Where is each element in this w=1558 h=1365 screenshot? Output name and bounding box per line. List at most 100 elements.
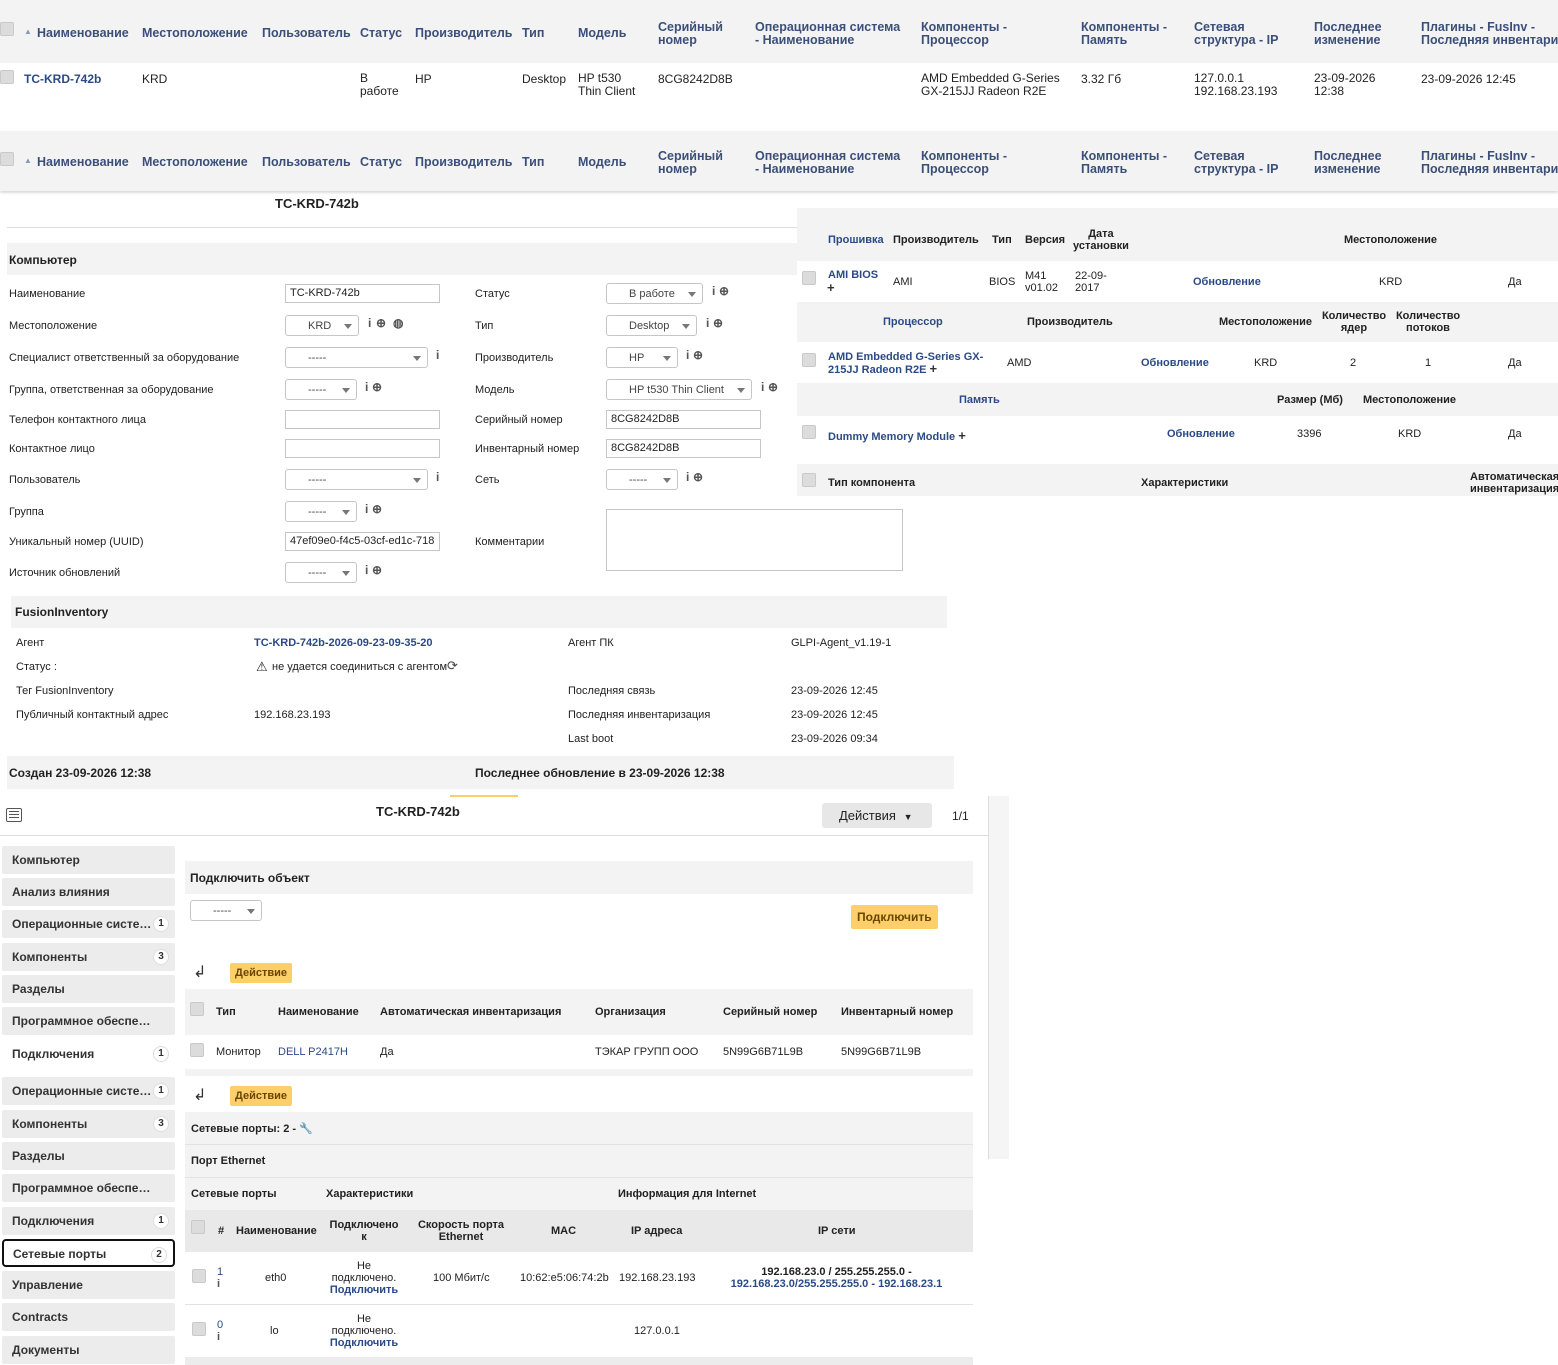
info-icon[interactable]: i	[365, 380, 368, 394]
sidebar-item[interactable]: Contracts	[2, 1303, 175, 1331]
list-view-icon[interactable]	[6, 808, 22, 822]
col-cpu[interactable]: Компоненты - Процессор	[921, 21, 1007, 47]
sidebar-item[interactable]: Программное обеспе…	[2, 1174, 175, 1202]
update-source-select[interactable]: -----	[285, 562, 357, 583]
comments-textarea[interactable]	[606, 509, 903, 571]
add-icon[interactable]: ⊕	[693, 470, 703, 484]
connect-select[interactable]: -----	[190, 900, 262, 921]
port-connect-link[interactable]: Подключить	[324, 1337, 404, 1349]
col-location[interactable]: Местоположение	[142, 156, 248, 169]
actions-button[interactable]: Действия ▼	[822, 803, 932, 828]
col-model[interactable]: Модель	[578, 156, 626, 169]
tech-person-select[interactable]: -----	[285, 347, 428, 368]
col-manufacturer[interactable]: Производитель	[415, 156, 512, 169]
sidebar-item[interactable]: Операционные систе… 1	[2, 1077, 175, 1105]
sidebar-item[interactable]: Операционные систе… 1	[2, 910, 175, 938]
col-model[interactable]: Модель	[578, 27, 626, 40]
cpu-name-link[interactable]: AMD Embedded G-Series GX- 215JJ Radeon R2…	[828, 351, 983, 376]
sidebar-item[interactable]: Разделы	[2, 1142, 175, 1170]
cpu-row-checkbox[interactable]	[802, 353, 816, 367]
sidebar-item[interactable]: Компьютер	[2, 846, 175, 874]
col-os[interactable]: Операционная система - Наименование	[755, 21, 900, 47]
col-modified[interactable]: Последнее изменение	[1314, 150, 1382, 176]
name-input[interactable]: TC-KRD-742b	[285, 284, 440, 303]
col-os[interactable]: Операционная система - Наименование	[755, 150, 900, 176]
manufacturer-select[interactable]: HP	[606, 347, 678, 368]
sidebar-item[interactable]: Управление	[2, 1271, 175, 1299]
globe-icon[interactable]: ◍	[393, 316, 403, 330]
location-select[interactable]: KRD	[285, 315, 359, 336]
col-network[interactable]: Сетевая структура - IP	[1194, 150, 1278, 176]
fusion-agent-link[interactable]: TC-KRD-742b-2026-09-23-09-35-20	[254, 637, 433, 649]
action-button[interactable]: Действие	[230, 963, 292, 983]
port-num-link[interactable]: 1i	[217, 1266, 223, 1290]
col-network[interactable]: Сетевая структура - IP	[1194, 21, 1278, 47]
add-icon[interactable]: ⊕	[376, 316, 386, 330]
col-type[interactable]: Тип	[522, 156, 544, 169]
add-icon[interactable]: +	[930, 361, 938, 376]
info-icon[interactable]: i	[365, 563, 368, 577]
select-all-checkbox[interactable]	[0, 22, 14, 36]
info-icon[interactable]: i	[712, 284, 715, 298]
ports-select-all[interactable]	[191, 1220, 205, 1234]
add-icon[interactable]: ⊕	[693, 348, 703, 362]
connection-row-checkbox[interactable]	[190, 1043, 204, 1057]
add-icon[interactable]: ⊕	[713, 316, 723, 330]
col-plugins[interactable]: Плагины - FusInv - Последняя инвентари	[1421, 21, 1558, 47]
network-select[interactable]: -----	[606, 469, 678, 490]
serial-input[interactable]: 8CG8242D8B	[606, 410, 761, 429]
col-memory[interactable]: Компоненты - Память	[1081, 150, 1167, 176]
tech-group-select[interactable]: -----	[285, 379, 357, 400]
refresh-icon[interactable]: ⟳	[447, 658, 458, 674]
cpu-update-link[interactable]: Обновление	[1141, 357, 1209, 369]
col-memory[interactable]: Компоненты - Память	[1081, 21, 1167, 47]
col-plugins[interactable]: Плагины - FusInv - Последняя инвентари	[1421, 150, 1558, 176]
sidebar-item[interactable]: Сетевые порты 2	[2, 1239, 175, 1267]
model-select[interactable]: HP t530 Thin Client	[606, 379, 752, 400]
row-checkbox[interactable]	[0, 70, 14, 84]
firmware-name-link[interactable]: AMI BIOS	[828, 269, 878, 281]
connect-button[interactable]: Подключить	[851, 905, 938, 929]
add-icon[interactable]: +	[827, 280, 835, 295]
info-icon[interactable]: i	[686, 470, 689, 484]
add-icon[interactable]: ⊕	[372, 380, 382, 394]
component-select-all[interactable]	[802, 473, 816, 487]
port-row-checkbox[interactable]	[192, 1269, 206, 1283]
add-icon[interactable]: ⊕	[372, 563, 382, 577]
col-name[interactable]: Наименование	[37, 156, 129, 169]
col-modified[interactable]: Последнее изменение	[1314, 21, 1382, 47]
info-icon[interactable]: i	[368, 316, 371, 330]
group-select[interactable]: -----	[285, 501, 357, 522]
type-select[interactable]: Desktop	[606, 315, 697, 336]
info-icon[interactable]: i	[706, 316, 709, 330]
connections-select-all[interactable]	[190, 1002, 204, 1016]
inventory-input[interactable]: 8CG8242D8B	[606, 439, 761, 458]
col-user[interactable]: Пользователь	[262, 156, 351, 169]
col-status[interactable]: Статус	[360, 156, 402, 169]
info-icon[interactable]: i	[436, 348, 439, 362]
select-all-checkbox-bottom[interactable]	[0, 152, 14, 166]
col-manufacturer[interactable]: Производитель	[415, 27, 512, 40]
add-icon[interactable]: ⊕	[719, 284, 729, 298]
contact-input[interactable]	[285, 439, 440, 458]
port-connect-link[interactable]: Подключить	[324, 1284, 404, 1296]
port-network-link[interactable]: 192.168.23.0/255.255.255.0 - 192.168.23.…	[720, 1278, 953, 1290]
add-icon[interactable]: ⊕	[372, 502, 382, 516]
uuid-input[interactable]: 47ef09e0-f4c5-03cf-ed1c-718	[285, 532, 440, 551]
sidebar-item[interactable]: Компоненты 3	[2, 943, 175, 971]
sidebar-item[interactable]: Программное обеспе…	[2, 1007, 175, 1035]
port-num-link[interactable]: 0i	[217, 1319, 223, 1343]
sidebar-item[interactable]: Подключения 1	[2, 1040, 175, 1068]
col-status[interactable]: Статус	[360, 27, 402, 40]
sidebar-item[interactable]: Анализ влияния	[2, 878, 175, 906]
info-icon[interactable]: i	[686, 348, 689, 362]
sidebar-item[interactable]: Документы	[2, 1336, 175, 1364]
add-icon[interactable]: +	[958, 428, 966, 443]
wrench-icon[interactable]: 🔧	[299, 1123, 313, 1135]
sidebar-item[interactable]: Подключения 1	[2, 1207, 175, 1235]
sort-asc-icon[interactable]: ▲	[24, 156, 32, 165]
info-icon[interactable]: i	[436, 470, 439, 484]
add-icon[interactable]: ⊕	[768, 380, 778, 394]
memory-row-checkbox[interactable]	[802, 425, 816, 439]
port-row-checkbox[interactable]	[192, 1322, 206, 1336]
